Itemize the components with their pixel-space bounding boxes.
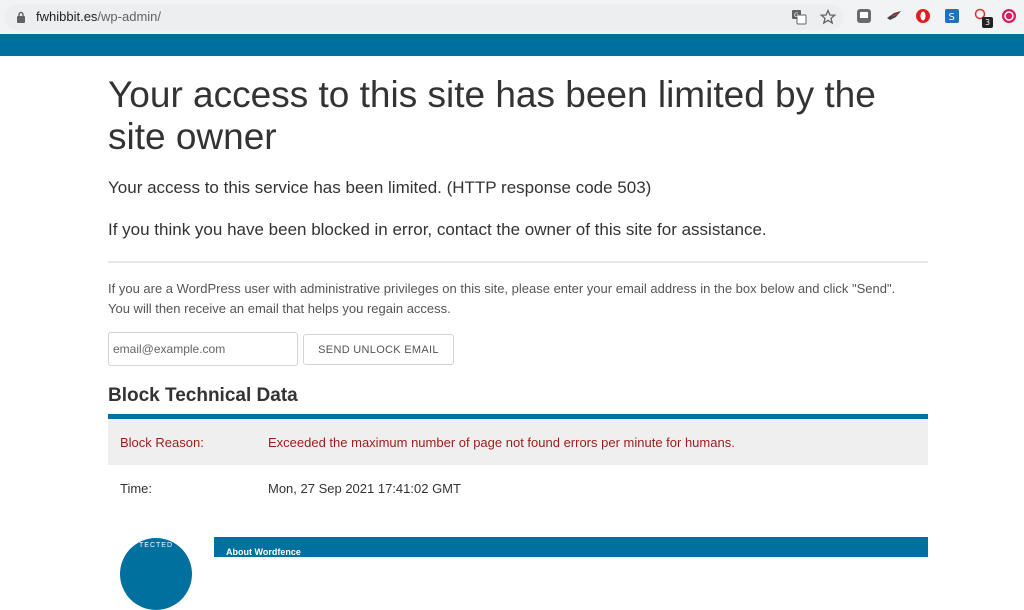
ext-red-icon[interactable] bbox=[915, 8, 931, 24]
about-title: About Wordfence bbox=[226, 547, 301, 557]
url-path: /wp-admin/ bbox=[97, 9, 161, 24]
ext-bird-icon[interactable] bbox=[886, 8, 902, 24]
ext-blue-icon[interactable]: S bbox=[944, 8, 960, 24]
ext-pink-icon[interactable] bbox=[1001, 8, 1017, 24]
star-icon[interactable] bbox=[820, 9, 836, 25]
section-title: Block Technical Data bbox=[108, 385, 298, 406]
block-reason-value: Exceeded the maximum number of page not … bbox=[268, 435, 735, 450]
wp-user-notice: If you are a WordPress user with adminis… bbox=[108, 281, 896, 316]
extension-badge-count: 3 bbox=[982, 17, 993, 28]
contact-message: If you think you have been blocked in er… bbox=[108, 220, 767, 239]
url-text[interactable]: fwhibbit.es/wp-admin/ bbox=[36, 9, 161, 24]
limited-message: Your access to this service has been lim… bbox=[108, 178, 652, 197]
header-band bbox=[0, 34, 1024, 56]
svg-text:G: G bbox=[794, 12, 799, 19]
wordfence-protected-badge: TECTED bbox=[120, 538, 192, 610]
ext-gray-icon[interactable] bbox=[856, 8, 872, 24]
lock-icon bbox=[17, 11, 25, 23]
time-value: Mon, 27 Sep 2021 17:41:02 GMT bbox=[268, 481, 461, 496]
translate-icon[interactable]: G bbox=[791, 9, 807, 25]
divider bbox=[108, 261, 928, 263]
table-row: Time: Mon, 27 Sep 2021 17:41:02 GMT bbox=[108, 465, 928, 511]
badge-text: TECTED bbox=[139, 542, 173, 549]
svg-text:S: S bbox=[949, 12, 955, 23]
table-row: Block Reason: Exceeded the maximum numbe… bbox=[108, 419, 928, 465]
time-label: Time: bbox=[120, 481, 153, 496]
page-title: Your access to this site has been limite… bbox=[108, 74, 876, 157]
block-reason-label: Block Reason: bbox=[120, 435, 204, 450]
send-unlock-email-button[interactable]: SEND UNLOCK EMAIL bbox=[303, 334, 454, 365]
address-bar[interactable]: fwhibbit.es/wp-admin/ G bbox=[4, 4, 844, 30]
about-wordfence-header: About Wordfence bbox=[214, 537, 928, 557]
url-host: fwhibbit.es bbox=[36, 9, 98, 24]
browser-toolbar: fwhibbit.es/wp-admin/ G S 3 bbox=[0, 0, 1024, 34]
email-input[interactable] bbox=[108, 332, 298, 366]
